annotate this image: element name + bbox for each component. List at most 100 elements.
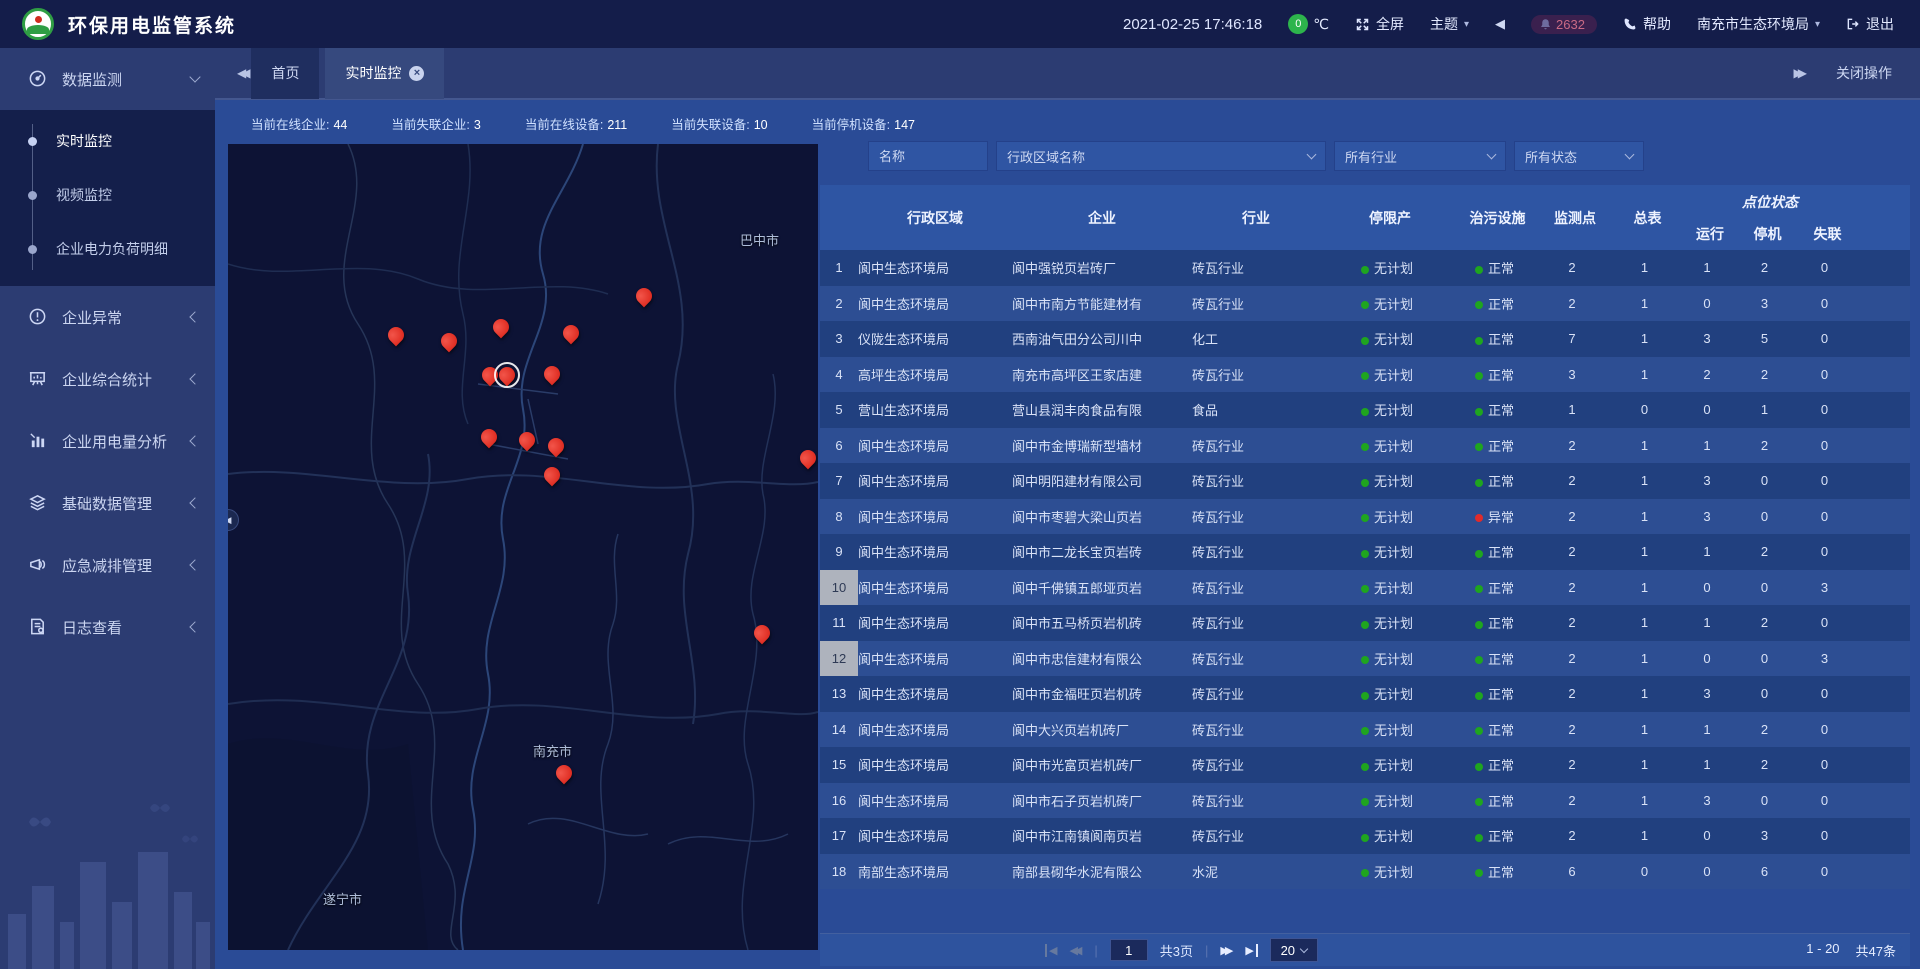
tabs-scroll-left-button[interactable]: ◀◀ bbox=[237, 66, 245, 80]
chevron-left-icon bbox=[189, 497, 200, 508]
status-dot-icon bbox=[1361, 479, 1369, 487]
table-row[interactable]: 8阆中生态环境局阆中市枣碧大梁山页岩砖瓦行业无计划异常21300 bbox=[820, 499, 1910, 535]
cell-industry: 砖瓦行业 bbox=[1192, 578, 1320, 597]
cell-facility: 异常 bbox=[1460, 507, 1535, 526]
layers-icon bbox=[28, 493, 48, 513]
status-filter-select[interactable]: 所有状态 bbox=[1514, 141, 1644, 171]
sidebar-submenu: 实时监控视频监控企业电力负荷明细 bbox=[0, 110, 215, 286]
table-row[interactable]: 12阆中生态环境局阆中市忠信建材有限公砖瓦行业无计划正常21003 bbox=[820, 641, 1910, 677]
cell-industry: 砖瓦行业 bbox=[1192, 613, 1320, 632]
cell-region: 阆中生态环境局 bbox=[858, 542, 1012, 561]
cell-meters: 1 bbox=[1615, 438, 1680, 453]
sidebar-item[interactable]: 应急减排管理 bbox=[0, 534, 215, 596]
voice-toggle[interactable]: ◀ bbox=[1495, 16, 1505, 32]
cell-lost: 0 bbox=[1795, 438, 1860, 453]
sidebar-item[interactable]: 企业用电量分析 bbox=[0, 410, 215, 472]
page-number-input[interactable] bbox=[1110, 939, 1148, 961]
table-row[interactable]: 6阆中生态环境局阆中市金博瑞新型墙材砖瓦行业无计划正常21120 bbox=[820, 428, 1910, 464]
sidebar-subitem[interactable]: 视频监控 bbox=[0, 168, 215, 222]
sidebar-item[interactable]: 企业综合统计 bbox=[0, 348, 215, 410]
table-row[interactable]: 17阆中生态环境局阆中市江南镇阆南页岩砖瓦行业无计划正常21030 bbox=[820, 818, 1910, 854]
tab-active[interactable]: 实时监控× bbox=[325, 47, 444, 99]
table-row[interactable]: 15阆中生态环境局阆中市光富页岩机砖厂砖瓦行业无计划正常21120 bbox=[820, 747, 1910, 783]
status-dot-icon bbox=[1361, 585, 1369, 593]
cell-meters: 0 bbox=[1615, 864, 1680, 879]
cell-company: 阆中大兴页岩机砖厂 bbox=[1012, 720, 1192, 739]
cell-stop: 0 bbox=[1740, 686, 1795, 701]
stat-label: 当前失联设备: bbox=[671, 118, 749, 132]
page-size-select[interactable]: 20 bbox=[1270, 938, 1318, 962]
name-filter-input[interactable] bbox=[879, 149, 977, 164]
datetime: 2021-02-25 17:46:18 bbox=[1123, 16, 1262, 33]
sidebar-menu: 数据监测实时监控视频监控企业电力负荷明细企业异常企业综合统计企业用电量分析基础数… bbox=[0, 48, 215, 658]
stat-value: 211 bbox=[607, 118, 627, 132]
skyline-decoration bbox=[0, 794, 215, 969]
cell-industry: 砖瓦行业 bbox=[1192, 471, 1320, 490]
cell-industry: 砖瓦行业 bbox=[1192, 755, 1320, 774]
region-filter-select[interactable]: 行政区域名称 bbox=[996, 141, 1326, 171]
next-page-button[interactable]: ▶▶ bbox=[1220, 944, 1233, 957]
cell-plan: 无计划 bbox=[1320, 720, 1460, 739]
table-row[interactable]: 14阆中生态环境局阆中大兴页岩机砖厂砖瓦行业无计划正常21120 bbox=[820, 712, 1910, 748]
cell-region: 高坪生态环境局 bbox=[858, 365, 1012, 384]
row-index: 12 bbox=[820, 641, 858, 677]
cell-meters: 1 bbox=[1615, 615, 1680, 630]
sidebar-item-label: 数据监测 bbox=[62, 69, 122, 90]
map-pin-icon[interactable] bbox=[496, 364, 519, 387]
sidebar-item[interactable]: 企业异常 bbox=[0, 286, 215, 348]
cell-stop: 0 bbox=[1740, 793, 1795, 808]
name-filter-field[interactable] bbox=[868, 141, 988, 171]
sidebar-item[interactable]: 基础数据管理 bbox=[0, 472, 215, 534]
table-row[interactable]: 7阆中生态环境局阆中明阳建材有限公司砖瓦行业无计划正常21300 bbox=[820, 463, 1910, 499]
table-row[interactable]: 13阆中生态环境局阆中市金福旺页岩机砖砖瓦行业无计划正常21300 bbox=[820, 676, 1910, 712]
cell-points: 2 bbox=[1535, 828, 1615, 843]
table-row[interactable]: 10阆中生态环境局阆中千佛镇五郎垭页岩砖瓦行业无计划正常21003 bbox=[820, 570, 1910, 606]
bullet-dot-icon bbox=[28, 245, 37, 254]
table-row[interactable]: 2阆中生态环境局阆中市南方节能建材有砖瓦行业无计划正常21030 bbox=[820, 286, 1910, 322]
sidebar-item[interactable]: 数据监测 bbox=[0, 48, 215, 110]
table-row[interactable]: 5营山生态环境局营山县润丰肉食品有限食品无计划正常10010 bbox=[820, 392, 1910, 428]
sidebar-item[interactable]: 日志查看 bbox=[0, 596, 215, 658]
table-row[interactable]: 16阆中生态环境局阆中市石子页岩机砖厂砖瓦行业无计划正常21300 bbox=[820, 783, 1910, 819]
cell-region: 阆中生态环境局 bbox=[858, 507, 1012, 526]
cell-region: 阆中生态环境局 bbox=[858, 436, 1012, 455]
cell-meters: 1 bbox=[1615, 757, 1680, 772]
cell-company: 阆中市江南镇阆南页岩 bbox=[1012, 826, 1192, 845]
logout-button[interactable]: 退出 bbox=[1846, 14, 1894, 34]
close-operations-button[interactable]: 关闭操作 bbox=[1836, 63, 1892, 83]
status-dot-icon bbox=[1475, 798, 1483, 806]
cell-region: 阆中生态环境局 bbox=[858, 294, 1012, 313]
last-page-button[interactable]: ▶ bbox=[1245, 944, 1257, 957]
cell-stop: 2 bbox=[1740, 544, 1795, 559]
map-panel[interactable]: 巴中市南充市遂宁市 ◀ bbox=[228, 144, 818, 950]
prev-page-button[interactable]: ◀◀ bbox=[1069, 944, 1082, 957]
table-row[interactable]: 9阆中生态环境局阆中市二龙长宝页岩砖砖瓦行业无计划正常21120 bbox=[820, 534, 1910, 570]
cell-company: 阆中市石子页岩机砖厂 bbox=[1012, 791, 1192, 810]
table-row[interactable]: 3仪陇生态环境局西南油气田分公司川中化工无计划正常71350 bbox=[820, 321, 1910, 357]
sidebar-subitem[interactable]: 企业电力负荷明细 bbox=[0, 222, 215, 276]
table-row[interactable]: 11阆中生态环境局阆中市五马桥页岩机砖砖瓦行业无计划正常21120 bbox=[820, 605, 1910, 641]
cell-facility: 正常 bbox=[1460, 684, 1535, 703]
theme-menu[interactable]: 主题 ▾ bbox=[1430, 14, 1469, 34]
industry-filter-select[interactable]: 所有行业 bbox=[1334, 141, 1506, 171]
table-row[interactable]: 1阆中生态环境局阆中强锐页岩砖厂砖瓦行业无计划正常21120 bbox=[820, 250, 1910, 286]
tab-close-icon[interactable]: × bbox=[409, 66, 424, 81]
cell-stop: 5 bbox=[1740, 331, 1795, 346]
cell-region: 阆中生态环境局 bbox=[858, 613, 1012, 632]
cell-meters: 1 bbox=[1615, 722, 1680, 737]
first-page-button[interactable]: ◀ bbox=[1045, 944, 1057, 957]
tab-item[interactable]: 首页 bbox=[251, 47, 319, 99]
cell-meters: 1 bbox=[1615, 544, 1680, 559]
help-button[interactable]: 帮助 bbox=[1623, 14, 1671, 34]
cell-facility: 正常 bbox=[1460, 542, 1535, 561]
table-row[interactable]: 4高坪生态环境局南充市高坪区王家店建砖瓦行业无计划正常31220 bbox=[820, 357, 1910, 393]
table-row[interactable]: 18南部生态环境局南部县砌华水泥有限公水泥无计划正常60060 bbox=[820, 854, 1910, 890]
organization-menu[interactable]: 南充市生态环境局 ▾ bbox=[1697, 14, 1820, 34]
row-index: 10 bbox=[820, 570, 858, 606]
row-index: 17 bbox=[820, 818, 858, 854]
fullscreen-button[interactable]: 全屏 bbox=[1355, 14, 1404, 34]
sidebar-subitem[interactable]: 实时监控 bbox=[0, 114, 215, 168]
tabs-scroll-right-button[interactable]: ▶▶ bbox=[1794, 66, 1802, 80]
notification-badge[interactable]: 2632 bbox=[1531, 15, 1597, 34]
cell-facility: 正常 bbox=[1460, 400, 1535, 419]
